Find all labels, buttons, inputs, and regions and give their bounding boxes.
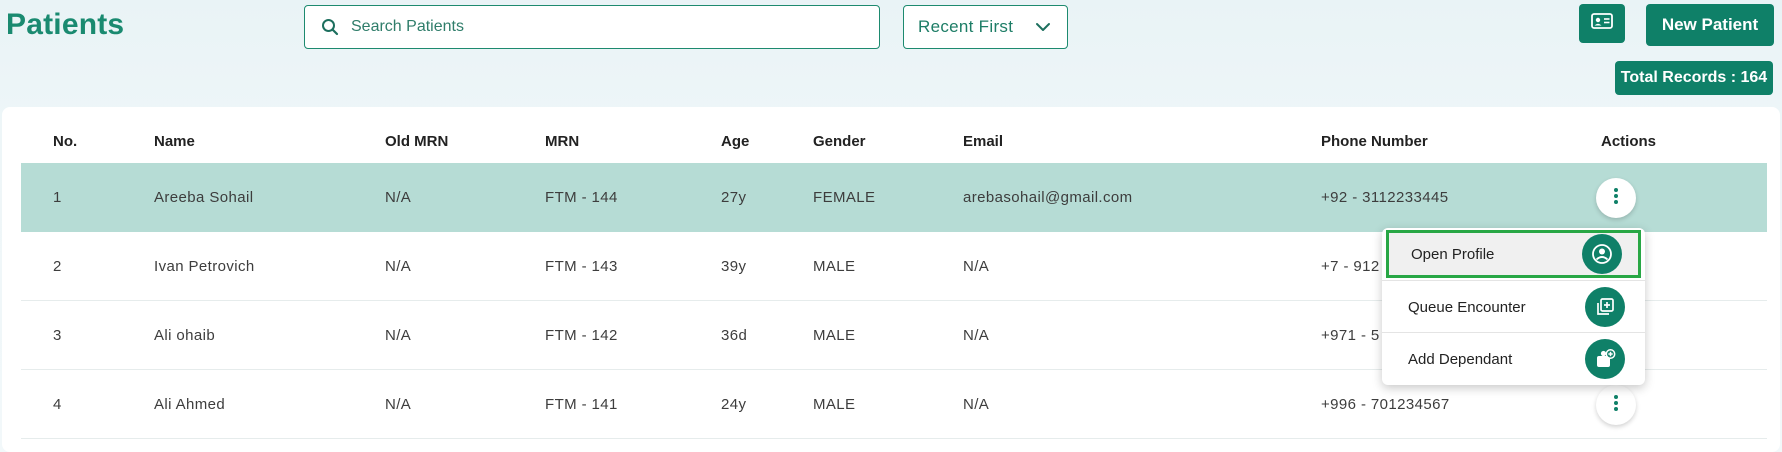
cell-gender: MALE: [813, 396, 856, 413]
menu-item-queue-encounter[interactable]: Queue Encounter: [1382, 281, 1645, 333]
new-patient-button[interactable]: New Patient: [1646, 4, 1774, 46]
sort-dropdown[interactable]: Recent First: [903, 5, 1068, 49]
menu-item-label: Add Dependant: [1408, 350, 1513, 368]
more-vertical-icon: [1613, 394, 1619, 417]
column-header-mrn: MRN: [545, 133, 580, 150]
row-actions-button[interactable]: [1596, 385, 1636, 425]
cell-no: 4: [53, 396, 62, 413]
table-header: No. Name Old MRN MRN Age Gender Email Ph…: [21, 119, 1767, 163]
cell-email: N/A: [963, 258, 990, 275]
column-header-name: Name: [154, 133, 195, 150]
cell-no: 2: [53, 258, 62, 275]
cell-gender: MALE: [813, 327, 856, 344]
search-input[interactable]: [349, 17, 853, 37]
cell-name: Ivan Petrovich: [154, 258, 255, 275]
cell-mrn: FTM - 141: [545, 396, 618, 413]
column-header-no: No.: [53, 133, 78, 150]
cell-age: 36d: [721, 327, 748, 344]
cell-phone: +7 - 912: [1321, 258, 1380, 275]
cell-gender: FEMALE: [813, 189, 876, 206]
more-vertical-icon: [1613, 187, 1619, 210]
column-header-actions: Actions: [1601, 133, 1657, 150]
column-header-phone: Phone Number: [1321, 133, 1428, 150]
menu-item-label: Queue Encounter: [1408, 298, 1526, 316]
row-actions-button[interactable]: [1596, 178, 1636, 218]
menu-item-label: Open Profile: [1411, 245, 1495, 263]
column-header-email: Email: [963, 133, 1004, 150]
cell-phone: +92 - 3112233445: [1321, 189, 1449, 206]
cell-old-mrn: N/A: [385, 396, 412, 413]
column-header-gender: Gender: [813, 133, 866, 150]
column-header-age: Age: [721, 133, 750, 150]
cell-age: 27y: [721, 189, 747, 206]
cell-old-mrn: N/A: [385, 189, 412, 206]
column-header-old-mrn: Old MRN: [385, 133, 449, 150]
id-card-icon: [1591, 13, 1613, 34]
chevron-down-icon: [1035, 17, 1051, 37]
cell-email: N/A: [963, 396, 990, 413]
user-circle-icon: [1582, 234, 1622, 274]
menu-item-add-dependant[interactable]: Add Dependant: [1382, 333, 1645, 385]
cell-mrn: FTM - 143: [545, 258, 618, 275]
cell-phone: +996 - 701234567: [1321, 396, 1450, 413]
cell-name: Ali Ahmed: [154, 396, 226, 413]
cell-old-mrn: N/A: [385, 327, 412, 344]
cell-no: 1: [53, 189, 62, 206]
cell-no: 3: [53, 327, 62, 344]
cell-name: Areeba Sohail: [154, 189, 254, 206]
total-records-badge: Total Records : 164: [1615, 61, 1773, 95]
cell-gender: MALE: [813, 258, 856, 275]
cell-age: 24y: [721, 396, 747, 413]
cell-email: N/A: [963, 327, 990, 344]
cell-name: Ali ohaib: [154, 327, 216, 344]
cell-mrn: FTM - 142: [545, 327, 618, 344]
add-dependant-icon: [1585, 339, 1625, 379]
sort-selected-label: Recent First: [918, 17, 1014, 36]
queue-add-icon: [1585, 287, 1625, 327]
cell-phone: +971 - 5: [1321, 327, 1380, 344]
search-box[interactable]: [304, 5, 880, 49]
menu-item-open-profile[interactable]: Open Profile: [1386, 230, 1641, 278]
search-icon: [319, 16, 341, 38]
patient-card-button[interactable]: [1579, 4, 1625, 43]
cell-mrn: FTM - 144: [545, 189, 618, 206]
page-title: Patients: [6, 8, 125, 41]
cell-email: arebasohail@gmail.com: [963, 189, 1133, 206]
table-row[interactable]: 1 Areeba Sohail N/A FTM - 144 27y FEMALE…: [21, 163, 1767, 232]
cell-old-mrn: N/A: [385, 258, 412, 275]
cell-age: 39y: [721, 258, 747, 275]
row-actions-menu: Open Profile Queue Encounter Add Dependa…: [1382, 228, 1645, 385]
